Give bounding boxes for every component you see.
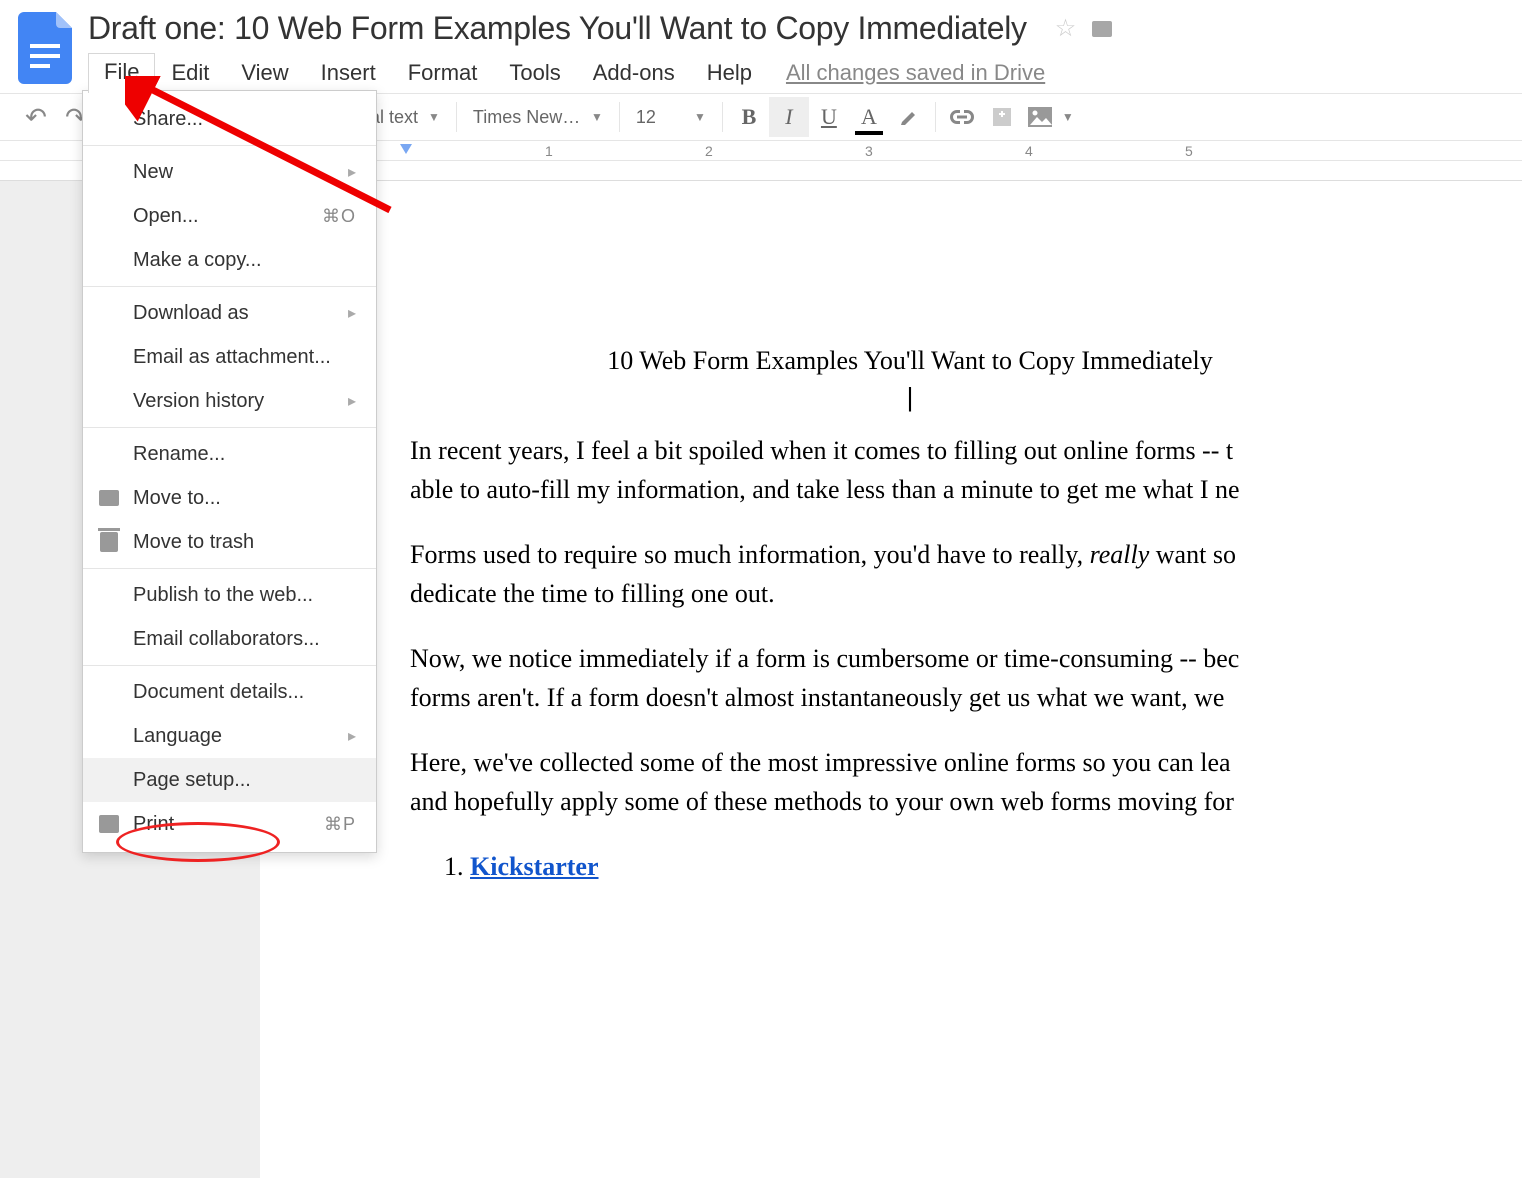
text-cursor: |	[260, 378, 1522, 417]
chevron-down-icon: ▼	[1062, 110, 1074, 124]
menu-document-details[interactable]: Document details...	[83, 670, 376, 714]
paragraph: In recent years, I feel a bit spoiled wh…	[410, 431, 1522, 509]
highlight-button[interactable]	[889, 97, 929, 137]
menu-format[interactable]: Format	[392, 54, 494, 92]
menubar: File Edit View Insert Format Tools Add-o…	[88, 53, 1522, 93]
text-color-button[interactable]: A	[849, 97, 889, 137]
menu-make-copy[interactable]: Make a copy...	[83, 238, 376, 282]
menu-file[interactable]: File	[88, 53, 155, 93]
menu-open[interactable]: Open... ⌘O	[83, 194, 376, 238]
menu-version-history[interactable]: Version history ▸	[83, 379, 376, 423]
shortcut: ⌘O	[322, 206, 356, 227]
paragraph: Here, we've collected some of the most i…	[410, 743, 1522, 821]
bold-button[interactable]: B	[729, 97, 769, 137]
label: Email collaborators...	[133, 628, 320, 651]
chevron-down-icon: ▼	[428, 110, 440, 124]
link-button[interactable]	[942, 97, 982, 137]
label: Language	[133, 725, 222, 748]
submenu-arrow-icon: ▸	[348, 303, 356, 323]
menu-edit[interactable]: Edit	[155, 54, 225, 92]
label: Email as attachment...	[133, 346, 331, 369]
label: Open...	[133, 205, 199, 228]
doc-heading: 10 Web Form Examples You'll Want to Copy…	[260, 341, 1522, 380]
paragraph: Now, we notice immediately if a form is …	[410, 639, 1522, 717]
menu-download-as[interactable]: Download as ▸	[83, 291, 376, 335]
undo-button[interactable]: ↶	[16, 97, 56, 137]
list-item: Kickstarter	[470, 847, 1522, 886]
menu-email-collaborators[interactable]: Email collaborators...	[83, 617, 376, 661]
label: Move to...	[133, 487, 221, 510]
document-title[interactable]: Draft one: 10 Web Form Examples You'll W…	[88, 10, 1027, 47]
menu-view[interactable]: View	[225, 54, 304, 92]
label: Document details...	[133, 681, 304, 704]
submenu-arrow-icon: ▸	[348, 391, 356, 411]
folder-icon[interactable]	[1092, 21, 1112, 37]
paragraph: Forms used to require so much informatio…	[410, 535, 1522, 613]
ruler-major: 2	[705, 143, 713, 159]
image-button[interactable]: ▼	[1022, 97, 1080, 137]
menu-new[interactable]: New ▸	[83, 150, 376, 194]
menu-move-to[interactable]: Move to...	[83, 476, 376, 520]
link-kickstarter[interactable]: Kickstarter	[470, 852, 599, 881]
submenu-arrow-icon: ▸	[348, 726, 356, 746]
menu-move-to-trash[interactable]: Move to trash	[83, 520, 376, 564]
trash-icon	[97, 532, 121, 552]
menu-publish-web[interactable]: Publish to the web...	[83, 573, 376, 617]
menu-page-setup[interactable]: Page setup...	[83, 758, 376, 802]
label: Rename...	[133, 443, 225, 466]
font-select[interactable]: Times New… ▼	[463, 97, 613, 137]
label: Print	[133, 813, 174, 836]
label: Version history	[133, 390, 264, 413]
ruler-major: 4	[1025, 143, 1033, 159]
fontsize-label: 12	[636, 107, 656, 128]
comment-button[interactable]	[982, 97, 1022, 137]
chevron-down-icon: ▼	[694, 110, 706, 124]
menu-addons[interactable]: Add-ons	[577, 54, 691, 92]
label: Share...	[133, 108, 203, 131]
folder-icon	[97, 490, 121, 506]
ruler-major: 1	[545, 143, 553, 159]
menu-email-attachment[interactable]: Email as attachment...	[83, 335, 376, 379]
label: Publish to the web...	[133, 584, 313, 607]
label: Make a copy...	[133, 249, 262, 272]
menu-insert[interactable]: Insert	[305, 54, 392, 92]
label: Move to trash	[133, 531, 254, 554]
menu-tools[interactable]: Tools	[493, 54, 576, 92]
shortcut: ⌘P	[324, 814, 356, 835]
ruler-major: 3	[865, 143, 873, 159]
label: Page setup...	[133, 769, 251, 792]
fontsize-select[interactable]: 12 ▼	[626, 97, 716, 137]
menu-print[interactable]: Print ⌘P	[83, 802, 376, 846]
label: Download as	[133, 302, 249, 325]
document-page[interactable]: 10 Web Form Examples You'll Want to Copy…	[260, 181, 1522, 1181]
docs-app-icon[interactable]	[18, 12, 78, 92]
file-dropdown: Share... New ▸ Open... ⌘O Make a copy... D…	[82, 90, 377, 853]
font-label: Times New…	[473, 107, 580, 128]
text-color-label: A	[861, 104, 877, 130]
menu-help[interactable]: Help	[691, 54, 768, 92]
submenu-arrow-icon: ▸	[348, 162, 356, 182]
star-icon[interactable]: ☆	[1055, 14, 1077, 43]
underline-button[interactable]: U	[809, 97, 849, 137]
menu-rename[interactable]: Rename...	[83, 432, 376, 476]
label: New	[133, 161, 173, 184]
printer-icon	[97, 815, 121, 833]
save-status[interactable]: All changes saved in Drive	[786, 60, 1045, 86]
ruler-major: 5	[1185, 143, 1193, 159]
menu-language[interactable]: Language ▸	[83, 714, 376, 758]
italic-button[interactable]: I	[769, 97, 809, 137]
menu-share[interactable]: Share...	[83, 97, 376, 141]
chevron-down-icon: ▼	[591, 110, 603, 124]
